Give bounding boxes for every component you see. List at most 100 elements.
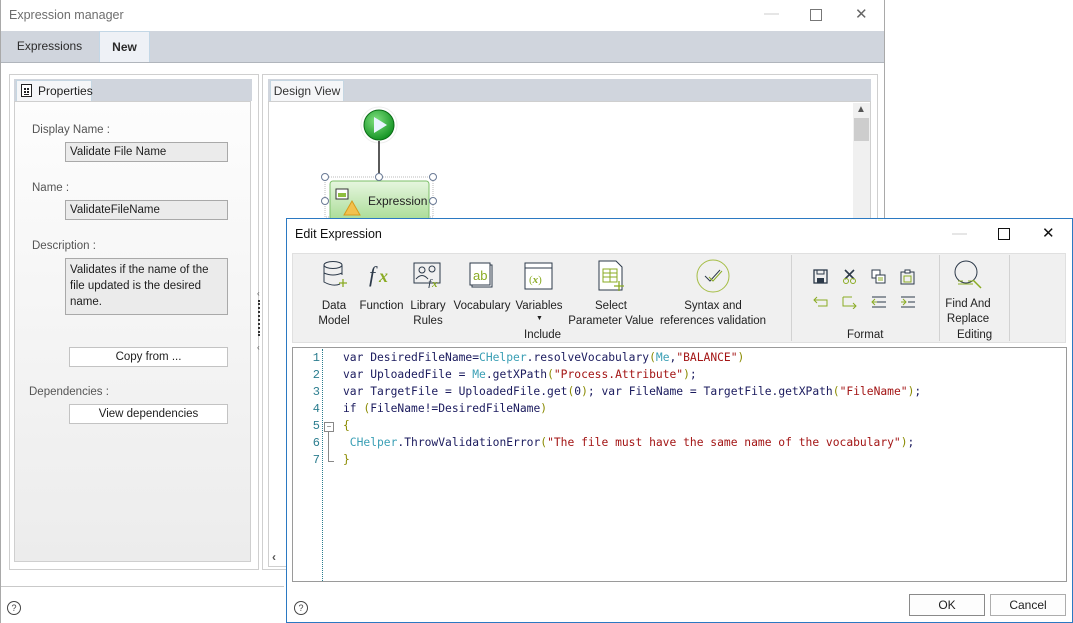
indent-icon[interactable] [900, 295, 916, 309]
code-token: ; [907, 436, 915, 449]
collapse-right-icon[interactable]: ‹ [257, 343, 260, 352]
ribbon-separator [1009, 255, 1010, 341]
code-token: ) [540, 402, 548, 415]
dialog-minimize-button[interactable]: — [952, 225, 967, 242]
name-field[interactable]: ValidateFileName [65, 200, 228, 220]
vocabulary-icon: ab [469, 262, 493, 288]
variables-button[interactable]: Variables [514, 299, 564, 314]
dependencies-label: Dependencies : [29, 386, 109, 398]
close-button[interactable]: ✕ [855, 5, 868, 23]
code-line[interactable]: { [343, 419, 350, 432]
code-token: ( [832, 385, 840, 398]
database-add-icon [323, 261, 347, 287]
variables-dropdown-icon[interactable]: ▼ [536, 315, 543, 322]
scrollbar-thumb[interactable] [854, 118, 869, 141]
view-dependencies-button[interactable]: View dependencies [69, 404, 228, 424]
find-replace-button[interactable]: Find And Replace [942, 297, 994, 327]
scroll-left-icon[interactable]: ‹ [272, 550, 276, 564]
code-token: Me [472, 368, 486, 381]
minimize-button[interactable]: — [764, 5, 779, 22]
outdent-icon[interactable] [871, 295, 887, 309]
splitter-handle[interactable] [258, 300, 260, 336]
code-token: var DesiredFileName= [343, 351, 480, 364]
code-token: } [343, 453, 350, 466]
code-line[interactable]: var DesiredFileName=CHelper.resolveVocab… [343, 351, 744, 364]
tab-expressions[interactable]: Expressions [1, 31, 98, 62]
paste-icon[interactable] [900, 269, 916, 285]
code-token: ( [547, 368, 554, 381]
description-label: Description : [32, 240, 96, 252]
code-token: ) [581, 385, 588, 398]
cut-icon[interactable] [842, 269, 858, 285]
code-token: "FileName" [839, 385, 908, 398]
display-name-field[interactable]: Validate File Name [65, 142, 228, 162]
code-token: { [343, 419, 350, 432]
ribbon-separator [791, 255, 792, 341]
ribbon-separator [939, 255, 940, 341]
code-token: CHelper [343, 436, 398, 449]
gutter-divider [322, 349, 323, 581]
fold-toggle-icon[interactable]: − [324, 422, 334, 432]
code-token: ; [689, 368, 697, 381]
format-group-label: Format [847, 329, 884, 341]
dialog-close-button[interactable]: ✕ [1042, 224, 1055, 242]
select-parameter-value-button[interactable]: Select Parameter Value [567, 299, 655, 329]
code-token: ( [649, 351, 656, 364]
svg-text:x: x [378, 266, 388, 286]
vocabulary-button[interactable]: Vocabulary [452, 299, 512, 314]
description-field[interactable]: Validates if the name of the file update… [65, 258, 228, 315]
collapse-left-icon[interactable]: ‹ [257, 289, 260, 298]
properties-tab-label: Properties [38, 84, 93, 98]
dialog-maximize-button[interactable] [998, 228, 1010, 240]
library-rules-button[interactable]: Library Rules [410, 299, 446, 329]
code-line[interactable]: var TargetFile = UploadedFile.get(0); va… [343, 385, 921, 398]
maximize-button[interactable] [810, 9, 822, 21]
design-header [268, 79, 871, 101]
syntax-validation-button[interactable]: Syntax and references validation [657, 299, 769, 329]
cancel-button[interactable]: Cancel [990, 594, 1066, 616]
validation-check-icon [696, 259, 730, 293]
save-icon[interactable] [813, 269, 829, 285]
scroll-up-icon[interactable]: ▲ [856, 104, 866, 115]
code-token: .getXPath [485, 368, 548, 381]
line-number: 6 [312, 436, 320, 450]
properties-icon [21, 84, 32, 97]
code-editor[interactable] [292, 347, 1067, 582]
code-token: ) [900, 436, 908, 449]
code-line[interactable]: var UploadedFile = Me.getXPath("Process.… [343, 368, 697, 381]
copy-from-button[interactable]: Copy from ... [69, 347, 228, 367]
dialog-help-icon[interactable]: ? [294, 601, 308, 615]
code-token: ; var FileName = TargetFile.getXPath [587, 385, 833, 398]
help-icon[interactable]: ? [7, 601, 21, 615]
undo-icon[interactable] [813, 295, 829, 309]
manager-tabbar: Expressions New [1, 31, 884, 63]
code-token: var UploadedFile = [343, 368, 473, 381]
find-replace-icon [954, 260, 982, 289]
line-number: 7 [312, 453, 320, 467]
design-view-tab[interactable]: Design View [270, 80, 344, 101]
code-token: ) [683, 368, 690, 381]
code-token: CHelper [479, 351, 527, 364]
ok-button[interactable]: OK [909, 594, 985, 616]
code-token: .ThrowValidationError [397, 436, 541, 449]
properties-tab[interactable]: Properties [16, 80, 93, 101]
code-line[interactable]: CHelper.ThrowValidationError("The file m… [343, 436, 915, 449]
tab-new[interactable]: New [99, 31, 150, 62]
function-button[interactable]: Function [359, 299, 404, 314]
expression-node-label: Expression [368, 194, 428, 208]
svg-text:x: x [431, 278, 438, 288]
code-token: FileName!=DesiredFileName [370, 402, 541, 415]
copy-icon[interactable] [871, 269, 887, 285]
window-title: Expression manager [9, 8, 124, 22]
redo-icon[interactable] [842, 295, 858, 309]
code-line[interactable]: } [343, 453, 350, 466]
line-number: 1 [312, 351, 320, 365]
data-model-button[interactable]: Data Model [313, 299, 355, 329]
code-token: if [343, 402, 364, 415]
svg-text:ab: ab [473, 268, 487, 283]
line-number: 2 [312, 368, 320, 382]
code-token: "BALANCE" [676, 351, 738, 364]
code-line[interactable]: if (FileName!=DesiredFileName) [343, 402, 547, 415]
svg-text:f: f [369, 262, 378, 287]
start-node-icon[interactable] [360, 106, 398, 144]
